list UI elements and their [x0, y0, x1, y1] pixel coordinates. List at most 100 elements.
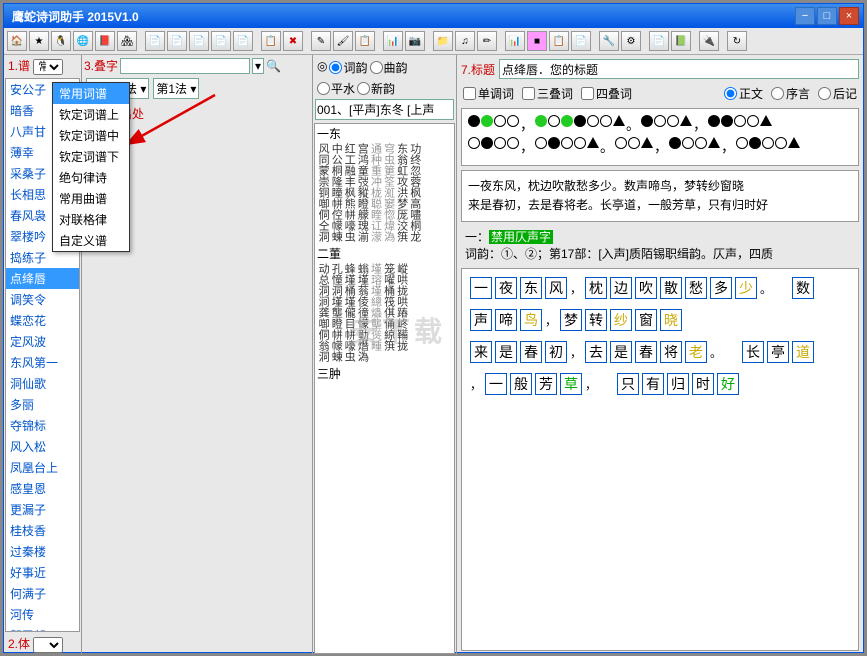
list-item[interactable]: 定风波: [6, 331, 79, 352]
list-item[interactable]: 点绛唇: [6, 268, 79, 289]
grid-cell[interactable]: 来: [470, 341, 492, 363]
diezi-input[interactable]: [120, 58, 250, 74]
grid-cell[interactable]: 好: [717, 373, 739, 395]
grid-cell[interactable]: 晓: [660, 309, 682, 331]
character-panel[interactable]: 一东 风同蒙崇铜啣侗仝洞 中公桐隆瞳帡倥幪蝀 红工融丰枫熊帡嚎虫 宫鸿童弢豵瞪艨…: [314, 123, 455, 654]
list-item[interactable]: 蝶恋花: [6, 310, 79, 331]
rhyme-combo[interactable]: 001、[平声]东冬 [上声: [315, 99, 454, 120]
grid-cell[interactable]: 风: [545, 277, 567, 299]
tb-edit3-icon[interactable]: 📋: [355, 31, 375, 51]
grid-cell[interactable]: 是: [495, 341, 517, 363]
list-item[interactable]: 贺圣朝: [6, 625, 79, 632]
grid-cell[interactable]: 多: [710, 277, 732, 299]
grid-cell[interactable]: 有: [642, 373, 664, 395]
radio-quyun[interactable]: 曲韵: [370, 59, 408, 76]
grid-cell[interactable]: 东: [520, 277, 542, 299]
grid-cell[interactable]: 边: [610, 277, 632, 299]
tb-g4-icon[interactable]: 📄: [571, 31, 591, 51]
tb-t1-icon[interactable]: 🔧: [599, 31, 619, 51]
tb-t2-icon[interactable]: ⚙: [621, 31, 641, 51]
maximize-button[interactable]: □: [817, 7, 837, 25]
list-item[interactable]: 更漏子: [6, 499, 79, 520]
grid-cell[interactable]: 归: [667, 373, 689, 395]
grid-cell[interactable]: 初: [545, 341, 567, 363]
check-dandiao[interactable]: 单调词: [463, 85, 514, 102]
radio-xuyan[interactable]: 序言: [771, 85, 810, 102]
tb-doc4-icon[interactable]: 📄: [211, 31, 231, 51]
grid-cell[interactable]: 枕: [585, 277, 607, 299]
grid-cell[interactable]: 道: [792, 341, 814, 363]
list-item[interactable]: 风入松: [6, 436, 79, 457]
tb-home-icon[interactable]: 🏠: [7, 31, 27, 51]
grid-cell[interactable]: 愁: [685, 277, 707, 299]
pu-dropdown-menu[interactable]: 常用词谱钦定词谱上钦定词谱中钦定词谱下绝句律诗常用曲谱对联格律自定义谱: [52, 82, 130, 252]
composition-grid[interactable]: 一夜东风，枕边吹散愁多少。数声啼鸟，梦转纱窗晓来是春初，去是春将老。长亭道，一般…: [461, 268, 859, 651]
tb-g2-icon[interactable]: ■: [527, 31, 547, 51]
list-item[interactable]: 多丽: [6, 394, 79, 415]
tb-m1-icon[interactable]: 📊: [383, 31, 403, 51]
list-item[interactable]: 河传: [6, 604, 79, 625]
list-item[interactable]: 洞仙歌: [6, 373, 79, 394]
tb-del-icon[interactable]: ✖: [283, 31, 303, 51]
grid-cell[interactable]: 老: [685, 341, 707, 363]
diezi-dropdown-icon[interactable]: ▾: [252, 58, 264, 74]
dropdown-item[interactable]: 绝句律诗: [53, 167, 129, 188]
check-sandi[interactable]: 三叠词: [522, 85, 573, 102]
grid-cell[interactable]: 啼: [495, 309, 517, 331]
dropdown-item[interactable]: 常用曲谱: [53, 188, 129, 209]
dropdown-item[interactable]: 钦定词谱下: [53, 146, 129, 167]
grid-cell[interactable]: 吹: [635, 277, 657, 299]
radio-zhengwen[interactable]: 正文: [724, 85, 763, 102]
grid-cell[interactable]: 芳: [535, 373, 557, 395]
tb-book-icon[interactable]: 📕: [95, 31, 115, 51]
grid-cell[interactable]: 鸟: [520, 309, 542, 331]
grid-cell[interactable]: 去: [585, 341, 607, 363]
list-item[interactable]: 东风第一: [6, 352, 79, 373]
grid-cell[interactable]: 夜: [495, 277, 517, 299]
tb-e1-icon[interactable]: 🔌: [699, 31, 719, 51]
tb-doc1-icon[interactable]: 📄: [145, 31, 165, 51]
grid-cell[interactable]: 亭: [767, 341, 789, 363]
grid-cell[interactable]: 长: [742, 341, 764, 363]
tb-penguin-icon[interactable]: 🐧: [51, 31, 71, 51]
ti-select[interactable]: [33, 637, 63, 653]
list-item[interactable]: 感皇恩: [6, 478, 79, 499]
tb-globe-icon[interactable]: 🌐: [73, 31, 93, 51]
close-button[interactable]: ×: [839, 7, 859, 25]
grid-cell[interactable]: 一: [485, 373, 507, 395]
pu-select[interactable]: 常: [33, 59, 63, 75]
grid-cell[interactable]: 散: [660, 277, 682, 299]
tb-m3-icon[interactable]: 📁: [433, 31, 453, 51]
radio-ciyun[interactable]: 词韵: [329, 59, 367, 76]
grid-cell[interactable]: 春: [520, 341, 542, 363]
grid-cell[interactable]: 是: [610, 341, 632, 363]
tb-doc2-icon[interactable]: 📄: [167, 31, 187, 51]
tb-g3-icon[interactable]: 📋: [549, 31, 569, 51]
dropdown-item[interactable]: 常用词谱: [53, 83, 129, 104]
grid-cell[interactable]: 草: [560, 373, 582, 395]
radio-xinyun[interactable]: 新韵: [357, 80, 395, 97]
dropdown-item[interactable]: 钦定词谱中: [53, 125, 129, 146]
check-sidi[interactable]: 四叠词: [581, 85, 632, 102]
grid-cell[interactable]: 时: [692, 373, 714, 395]
grid-cell[interactable]: 少: [735, 277, 757, 299]
dropdown-item[interactable]: 对联格律: [53, 209, 129, 230]
radio-houji[interactable]: 后记: [818, 85, 857, 102]
dropdown-item[interactable]: 钦定词谱上: [53, 104, 129, 125]
list-item[interactable]: 夺锦标: [6, 415, 79, 436]
radio-fixed-icon[interactable]: ◎: [317, 59, 327, 76]
grid-cell[interactable]: 春: [635, 341, 657, 363]
radio-pingshui[interactable]: 平水: [317, 80, 355, 97]
method-combo-2[interactable]: 第1法 ▾: [153, 78, 199, 99]
tb-star-icon[interactable]: ★: [29, 31, 49, 51]
grid-cell[interactable]: 声: [470, 309, 492, 331]
list-item[interactable]: 调笑令: [6, 289, 79, 310]
grid-cell[interactable]: 般: [510, 373, 532, 395]
grid-cell[interactable]: 窗: [635, 309, 657, 331]
grid-cell[interactable]: 一: [470, 277, 492, 299]
tb-music-icon[interactable]: ♫: [455, 31, 475, 51]
tb-h2-icon[interactable]: 📗: [671, 31, 691, 51]
tb-doc5-icon[interactable]: 📄: [233, 31, 253, 51]
list-item[interactable]: 桂枝香: [6, 520, 79, 541]
search-icon[interactable]: 🔍: [266, 59, 281, 73]
